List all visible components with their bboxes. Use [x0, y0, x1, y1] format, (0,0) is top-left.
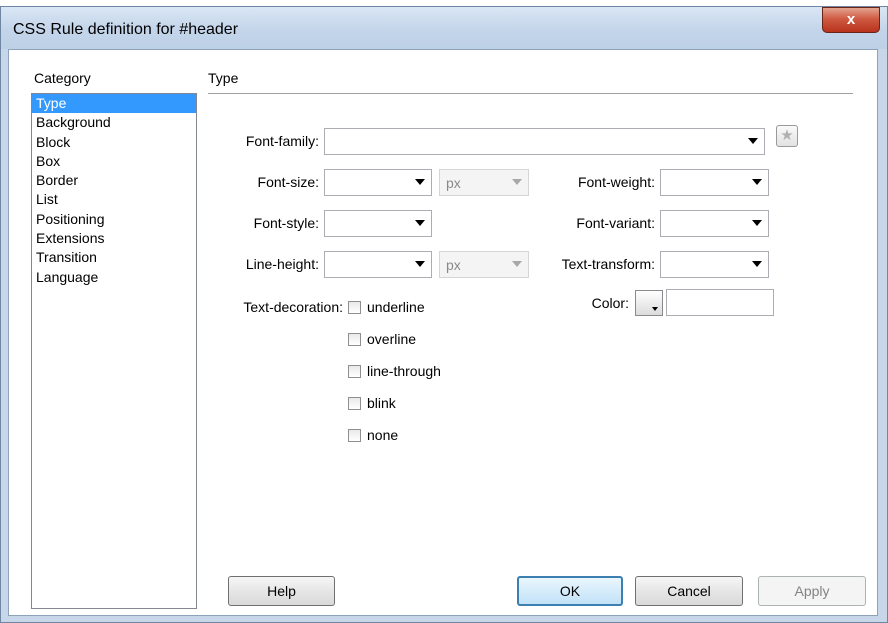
- line-through-checkbox[interactable]: line-through: [348, 363, 468, 383]
- category-list[interactable]: Type Background Block Box Border List Po…: [31, 93, 197, 609]
- category-item-language[interactable]: Language: [32, 268, 196, 287]
- category-label: Category: [34, 70, 91, 86]
- section-divider: [208, 93, 853, 94]
- line-through-label: line-through: [367, 363, 441, 379]
- overline-checkbox[interactable]: overline: [348, 331, 458, 351]
- blink-checkbox[interactable]: blink: [348, 395, 458, 415]
- help-button[interactable]: Help: [228, 576, 335, 606]
- text-transform-label: Text-transform:: [561, 256, 655, 272]
- line-height-label: Line-height:: [245, 256, 319, 272]
- checkbox-box[interactable]: [348, 365, 361, 378]
- line-height-unit-value: px: [446, 257, 461, 273]
- category-item-border[interactable]: Border: [32, 171, 196, 190]
- font-family-select[interactable]: [324, 128, 765, 155]
- category-item-type[interactable]: Type: [32, 94, 196, 114]
- font-size-select[interactable]: [324, 169, 432, 196]
- font-variant-select[interactable]: [660, 210, 769, 237]
- font-size-label: Font-size:: [257, 174, 319, 190]
- title-bar: CSS Rule definition for #header x: [1, 7, 887, 49]
- color-swatch-icon: [652, 307, 658, 311]
- font-weight-select[interactable]: [660, 169, 769, 196]
- close-button[interactable]: x: [822, 7, 880, 33]
- color-input[interactable]: [666, 289, 774, 316]
- text-decoration-label: Text-decoration:: [243, 299, 343, 315]
- checkbox-box[interactable]: [348, 397, 361, 410]
- add-favorite-button[interactable]: ★: [776, 125, 798, 147]
- line-height-unit-select: px: [439, 251, 529, 278]
- checkbox-box[interactable]: [348, 429, 361, 442]
- underline-label: underline: [367, 299, 425, 315]
- category-item-transition[interactable]: Transition: [32, 248, 196, 267]
- chevron-down-icon: [748, 138, 758, 144]
- ok-button[interactable]: OK: [517, 576, 623, 606]
- category-item-box[interactable]: Box: [32, 152, 196, 171]
- checkbox-box[interactable]: [348, 301, 361, 314]
- chevron-down-icon: [415, 179, 425, 185]
- chevron-down-icon: [512, 261, 522, 267]
- font-variant-label: Font-variant:: [576, 215, 655, 231]
- chevron-down-icon: [752, 220, 762, 226]
- dialog-body: Category Type Background Block Box Borde…: [8, 49, 878, 616]
- none-label: none: [367, 427, 399, 443]
- overline-label: overline: [367, 331, 417, 347]
- font-size-unit-value: px: [446, 175, 461, 191]
- line-height-select[interactable]: [324, 251, 432, 278]
- chevron-down-icon: [512, 179, 522, 185]
- text-transform-select[interactable]: [660, 251, 769, 278]
- category-item-positioning[interactable]: Positioning: [32, 210, 196, 229]
- close-icon: x: [846, 11, 856, 28]
- blink-label: blink: [367, 395, 396, 411]
- window-title: CSS Rule definition for #header: [13, 21, 239, 38]
- checkbox-box[interactable]: [348, 333, 361, 346]
- underline-checkbox[interactable]: underline: [348, 299, 458, 319]
- chevron-down-icon: [415, 220, 425, 226]
- category-item-background[interactable]: Background: [32, 113, 196, 132]
- font-style-select[interactable]: [324, 210, 432, 237]
- category-item-extensions[interactable]: Extensions: [32, 229, 196, 248]
- chevron-down-icon: [752, 261, 762, 267]
- cancel-button[interactable]: Cancel: [635, 576, 743, 606]
- font-weight-label: Font-weight:: [577, 174, 655, 190]
- font-family-label: Font-family:: [245, 133, 319, 149]
- none-checkbox[interactable]: none: [348, 427, 458, 447]
- color-picker-button[interactable]: [635, 290, 663, 316]
- category-item-block[interactable]: Block: [32, 133, 196, 152]
- font-style-label: Font-style:: [253, 215, 319, 231]
- font-size-unit-select: px: [439, 169, 529, 196]
- chevron-down-icon: [752, 179, 762, 185]
- dialog-window: CSS Rule definition for #header x Catego…: [0, 6, 888, 623]
- color-label: Color:: [591, 295, 629, 311]
- section-title: Type: [208, 70, 239, 86]
- chevron-down-icon: [415, 261, 425, 267]
- apply-button: Apply: [758, 576, 866, 606]
- category-item-list[interactable]: List: [32, 190, 196, 209]
- star-icon: ★: [780, 127, 794, 144]
